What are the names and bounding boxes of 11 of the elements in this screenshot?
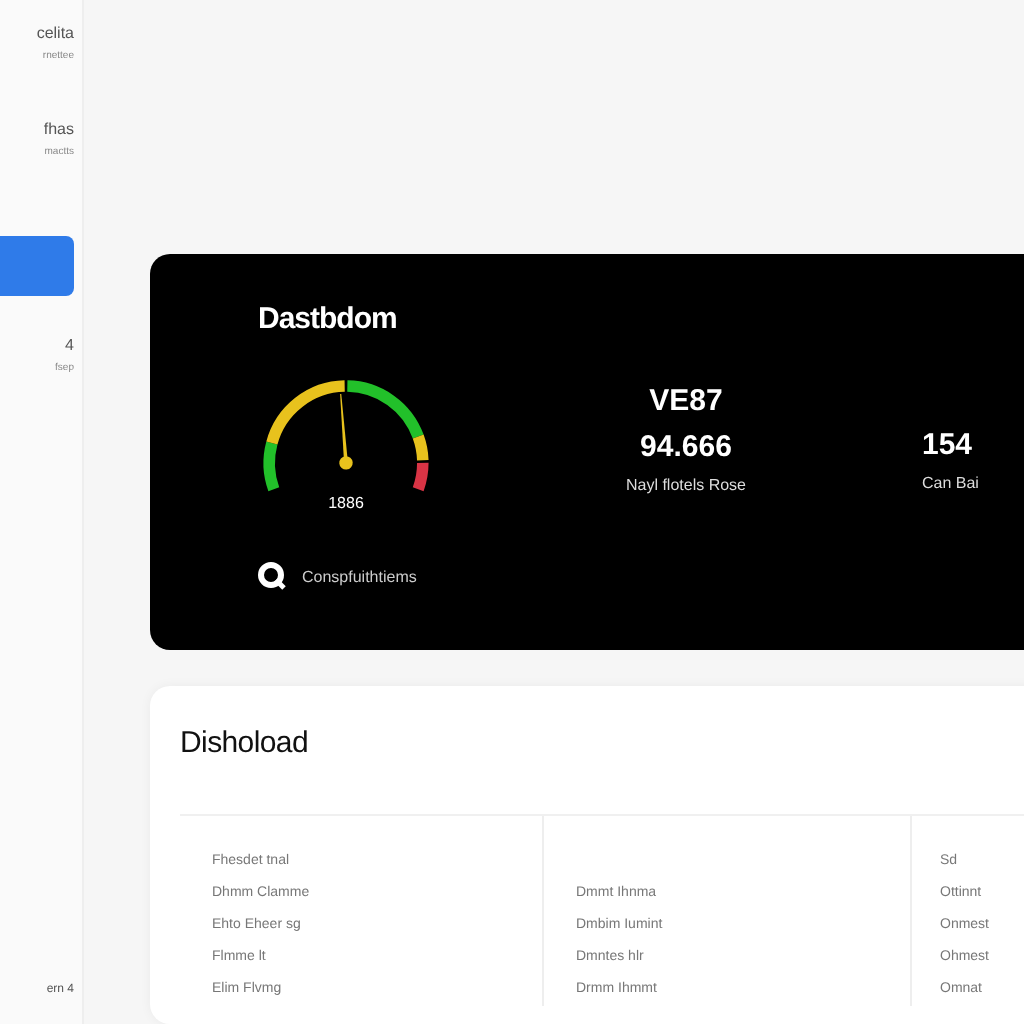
search-icon [258,562,286,590]
dashboard-title: Dastbdom [258,302,397,336]
stat-value: 154 [922,428,973,462]
stat-value: 94.666 [640,430,732,464]
stat-caption: Can Bai [922,474,979,492]
sidebar-item[interactable] [0,236,74,296]
gauge-reading: 1886 [328,494,364,512]
panel-title: Dishoload [180,725,309,760]
stat-label: VE87 [649,384,723,418]
footer-text: Conspfuithtiems [302,567,417,585]
stat-caption: Nayl flotels Rose [625,476,747,494]
